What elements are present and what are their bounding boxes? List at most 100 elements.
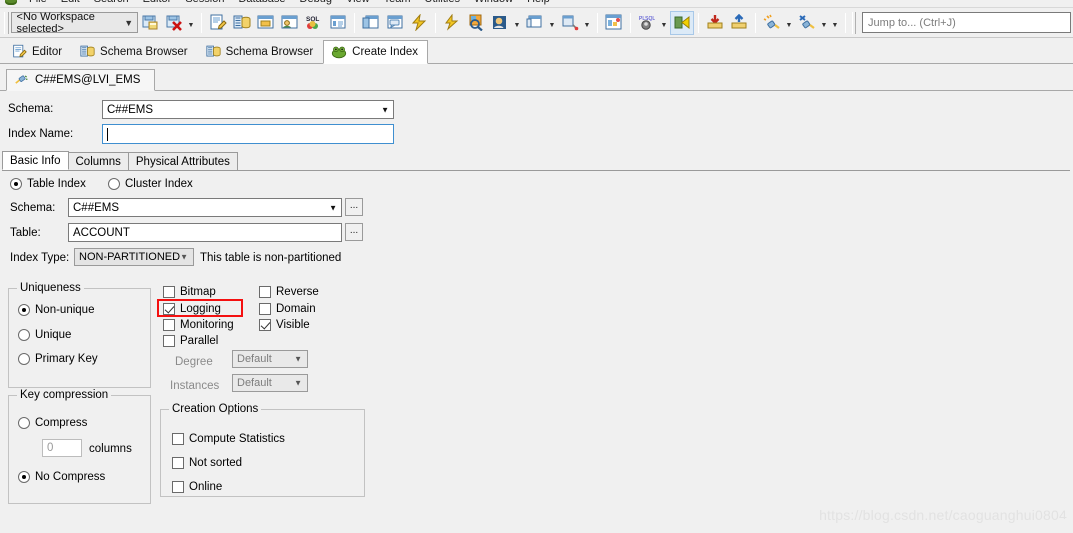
plsql-debug-icon[interactable]: PLSQL <box>635 11 659 35</box>
import-data-icon[interactable] <box>703 11 727 35</box>
checkbox-compute-statistics[interactable]: Compute Statistics <box>172 433 285 445</box>
basic-schema-combo[interactable]: C##EMS ▼ <box>68 198 342 217</box>
menu-item-session[interactable]: Session <box>178 0 231 7</box>
window-tab-bar: Editor Schema Browser Schema Browser Cre… <box>0 38 1073 64</box>
instances-combo[interactable]: Default ▼ <box>232 374 308 392</box>
checkbox-bitmap-label: Bitmap <box>180 286 216 298</box>
menu-item-view[interactable]: View <box>339 0 377 7</box>
menu-item-utilities[interactable]: Utilities <box>418 0 467 7</box>
radio-compress[interactable]: Compress <box>18 417 87 429</box>
toolbar-overflow-arrow[interactable]: ▼ <box>830 12 841 34</box>
key-compression-group-title: Key compression <box>17 389 112 401</box>
schema-label: Schema: <box>8 103 54 115</box>
radio-primary-key[interactable]: Primary Key <box>18 353 98 365</box>
sql-recall-icon[interactable]: SQL <box>302 11 326 35</box>
checkbox-monitoring[interactable]: Monitoring <box>163 319 234 331</box>
checkbox-not-sorted[interactable]: Not sorted <box>172 457 242 469</box>
radio-unique[interactable]: Unique <box>18 329 71 341</box>
window-tab-schema-browser-2[interactable]: Schema Browser <box>198 39 324 63</box>
tab-columns[interactable]: Columns <box>67 152 129 170</box>
window-tab-create-index[interactable]: Create Index <box>323 40 429 64</box>
tab-basic-info[interactable]: Basic Info <box>2 151 69 170</box>
menu-item-help[interactable]: Help <box>520 0 557 7</box>
schema-row: Schema: <box>8 103 102 115</box>
plsql-dropdown-arrow[interactable]: ▼ <box>659 12 670 34</box>
tab-physical-attributes[interactable]: Physical Attributes <box>127 152 238 170</box>
index-name-input[interactable] <box>102 124 394 144</box>
session-browser-icon[interactable] <box>383 11 407 35</box>
menu-item-edit[interactable]: Edit <box>54 0 87 7</box>
window-tab-schema-browser-1[interactable]: Schema Browser <box>72 39 198 63</box>
describe-dropdown-arrow[interactable]: ▼ <box>512 12 523 34</box>
basic-table-input[interactable]: ACCOUNT <box>68 223 342 242</box>
save-workspace-icon[interactable] <box>138 11 162 35</box>
connect-icon[interactable] <box>760 11 784 35</box>
explain-plan-icon[interactable] <box>440 11 464 35</box>
toolbar-grip[interactable] <box>851 11 857 34</box>
toolbar-separator <box>754 12 756 33</box>
chevron-down-icon: ▼ <box>294 378 302 388</box>
checkbox-reverse[interactable]: Reverse <box>259 286 319 298</box>
jump-to-input[interactable]: Jump to... (Ctrl+J) <box>862 12 1071 33</box>
radio-no-compress[interactable]: No Compress <box>18 471 105 483</box>
checkbox-bitmap[interactable]: Bitmap <box>163 286 216 298</box>
index-type-combo[interactable]: NON-PARTITIONED ▼ <box>74 248 194 266</box>
menu-item-team[interactable]: Team <box>377 0 418 7</box>
workspace-dropdown-arrow[interactable]: ▼ <box>186 12 197 34</box>
window-list-dropdown-arrow[interactable]: ▼ <box>547 12 558 34</box>
checkbox-logging[interactable]: Logging <box>163 303 221 315</box>
compare-dropdown-arrow[interactable]: ▼ <box>582 12 593 34</box>
schema-browse-button[interactable]: ... <box>345 198 363 216</box>
menu-item-search[interactable]: Search <box>87 0 136 7</box>
project-manager-icon[interactable] <box>278 11 302 35</box>
disconnect-dropdown-arrow[interactable]: ▼ <box>819 12 830 34</box>
compress-columns-input[interactable]: 0 <box>42 439 82 457</box>
checkbox-online[interactable]: Online <box>172 481 222 493</box>
menu-item-file[interactable]: File <box>22 0 54 7</box>
schema-browser-icon[interactable] <box>230 11 254 35</box>
degree-value: Default <box>237 353 272 365</box>
find-objects-icon[interactable] <box>464 11 488 35</box>
radio-cluster-index[interactable]: Cluster Index <box>108 178 193 190</box>
checkbox-domain[interactable]: Domain <box>259 303 316 315</box>
object-palette-icon[interactable] <box>254 11 278 35</box>
sql-modeler-icon[interactable] <box>326 11 350 35</box>
workspace-selector[interactable]: <No Workspace selected> ▼ <box>10 11 138 35</box>
toolbar-grip[interactable] <box>4 11 9 34</box>
checkbox-box-icon <box>259 303 271 315</box>
degree-combo[interactable]: Default ▼ <box>232 350 308 368</box>
new-editor-icon[interactable] <box>206 11 230 35</box>
basic-info-tab-bar: Basic Info Columns Physical Attributes <box>2 151 1070 171</box>
basic-schema-value: C##EMS <box>73 201 120 214</box>
window-list-icon[interactable] <box>523 11 547 35</box>
execute-lightning-icon[interactable] <box>407 11 431 35</box>
disconnect-icon[interactable] <box>795 11 819 35</box>
basic-schema-label: Schema: <box>10 202 56 214</box>
database-browser-icon[interactable] <box>359 11 383 35</box>
export-data-icon[interactable] <box>727 11 751 35</box>
connection-tab[interactable]: C##EMS@LVI_EMS <box>6 69 156 91</box>
chevron-down-icon: ▼ <box>329 203 337 212</box>
connect-dropdown-arrow[interactable]: ▼ <box>784 12 795 34</box>
radio-table-index[interactable]: Table Index <box>10 178 86 190</box>
radio-non-unique[interactable]: Non-unique <box>18 304 94 316</box>
connection-plug-icon <box>15 75 28 84</box>
menu-item-editor[interactable]: Editor <box>136 0 179 7</box>
menu-item-debug[interactable]: Debug <box>293 0 339 7</box>
script-manager-icon[interactable] <box>602 11 626 35</box>
instances-value: Default <box>237 377 272 389</box>
table-browse-button[interactable]: ... <box>345 223 363 241</box>
checkbox-not-sorted-label: Not sorted <box>189 457 243 469</box>
run-script-icon[interactable] <box>669 10 694 35</box>
describe-object-icon[interactable] <box>488 11 512 35</box>
checkbox-parallel[interactable]: Parallel <box>163 335 218 347</box>
menu-item-window[interactable]: Window <box>467 0 520 7</box>
window-tab-editor[interactable]: Editor <box>4 39 72 63</box>
window-tab-label: Schema Browser <box>225 45 314 58</box>
checkbox-visible[interactable]: Visible <box>259 319 310 331</box>
close-workspace-icon[interactable] <box>162 11 186 35</box>
schema-combo[interactable]: C##EMS ▼ <box>102 100 394 119</box>
compare-icon[interactable] <box>558 11 582 35</box>
radio-unique-label: Unique <box>35 329 72 341</box>
menu-item-database[interactable]: Database <box>231 0 292 7</box>
